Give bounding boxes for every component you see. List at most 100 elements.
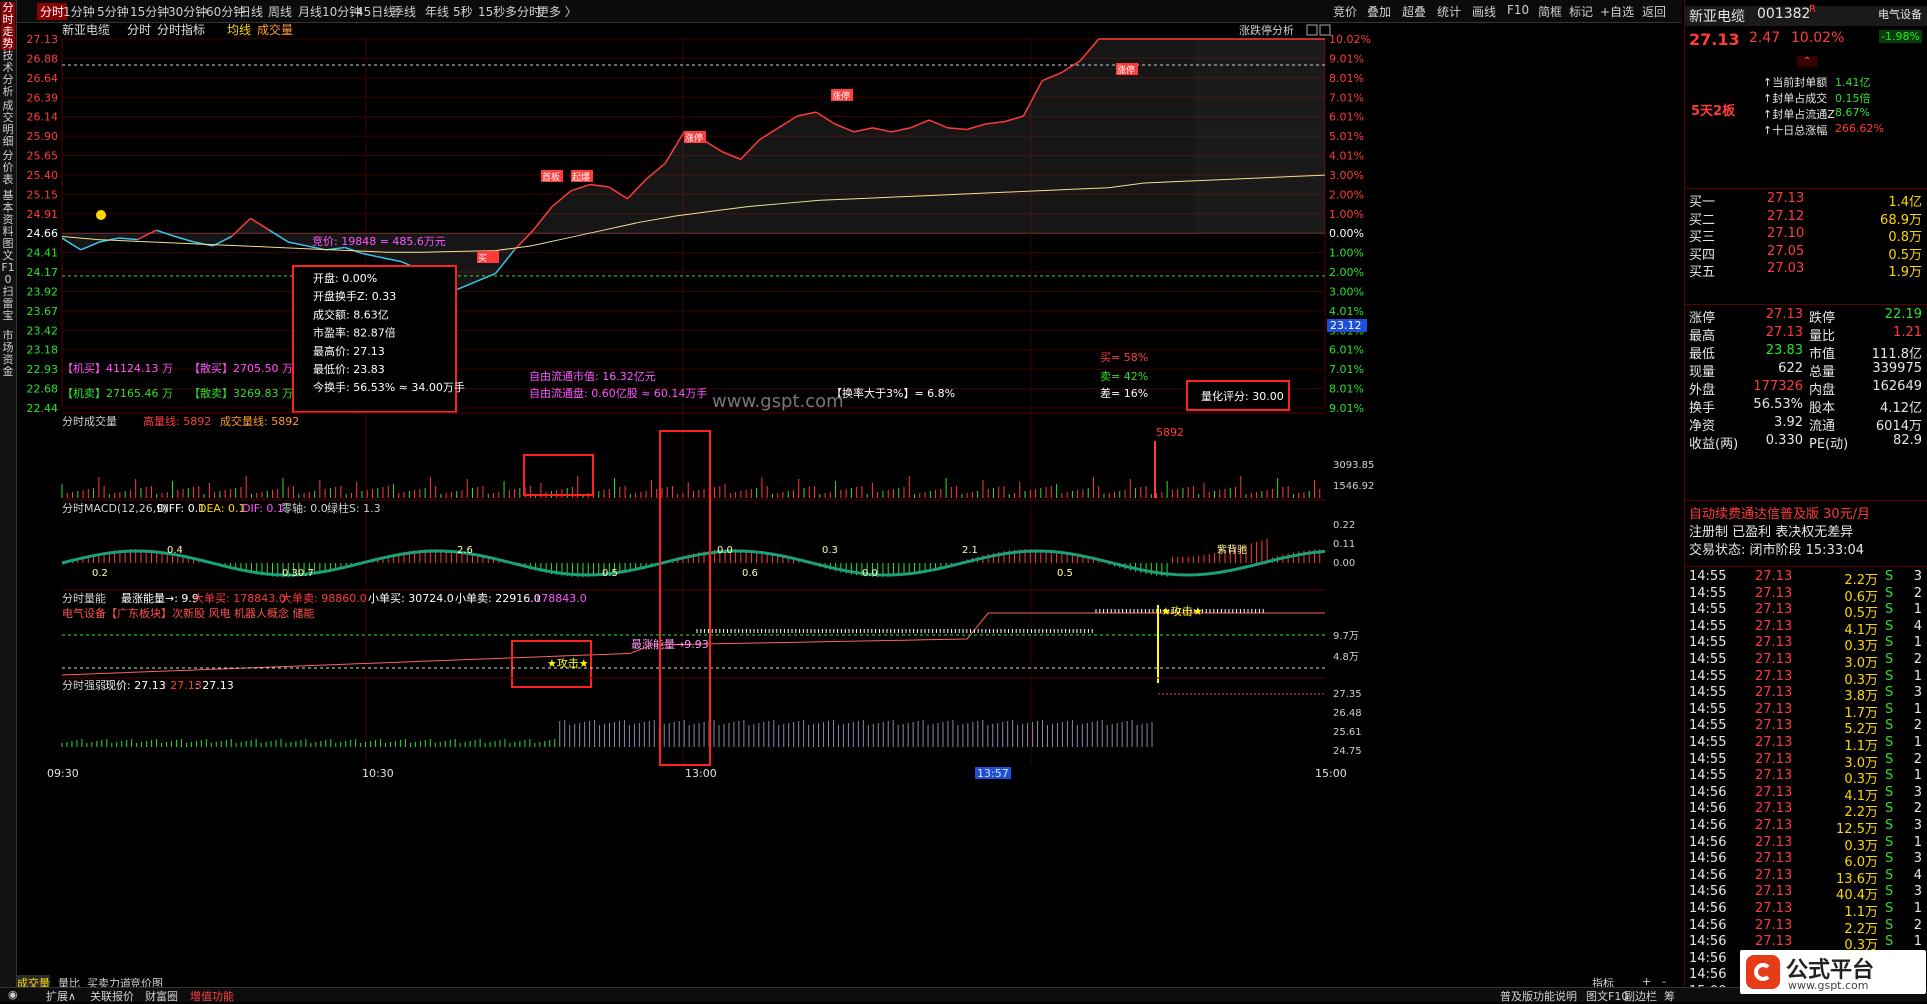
chart-header-item-1[interactable]: 分时指标 [157,23,205,37]
pct-axis-label: 1.00% [1329,208,1364,221]
period-tab-14[interactable]: 15秒 [478,3,505,20]
tick-time: 14:56 [1689,950,1727,966]
toolbar-action-0[interactable]: 竞价 [1333,3,1357,20]
stat-row: 换手 56.53% 股本 4.12亿 [1685,397,1927,416]
tick-price: 27.13 [1755,901,1793,916]
tick-price: 27.13 [1755,768,1793,784]
pct-axis-label: 9.01% [1329,402,1364,415]
left-tab-7[interactable]: 市场资金 [1,330,15,378]
stock-name: 新亚电缆 [1689,9,1745,25]
left-tab-0[interactable]: 分时走势 [1,2,15,50]
period-tab-3[interactable]: 15分钟 [130,3,169,20]
status-tab-1[interactable]: 关联报价 [90,988,134,1004]
period-tab-12[interactable]: 年线 [425,3,449,20]
bid-volume: 68.9万 [1880,212,1922,228]
signal-tag-text: 涨停 [685,132,703,144]
left-tab-1[interactable]: 技术分析 [1,50,15,98]
tick-time: 14:56 [1689,818,1727,833]
macd-label: 2.1 [962,545,978,556]
status-tab-2[interactable]: 财富圈 [145,988,178,1004]
tick-row: 14:55 27.13 0.3万 S 1 [1685,768,1927,787]
tick-side: S [1885,751,1894,767]
stat-value2: 4.12亿 [1880,401,1922,416]
toolbar-action-4[interactable]: 画线 [1472,3,1496,20]
chart-header-item-2[interactable]: 均线 [227,23,251,37]
left-tab-2[interactable]: 成交明细 [1,100,15,148]
time-axis-label: 13:00 [685,767,717,780]
toggle-switch[interactable]: ◉ [8,988,18,1001]
tick-row: 14:56 27.13 2.2万 S 2 [1685,801,1927,820]
bid-row[interactable]: 买二 27.12 68.9万 [1685,208,1927,228]
status-tab-3[interactable]: 增值功能 [190,988,234,1004]
period-tab-1[interactable]: 1分钟 [63,3,95,20]
tick-time: 14:55 [1689,768,1727,784]
period-tab-7[interactable]: 周线 [268,3,292,20]
period-tab-11[interactable]: 季线 [392,3,416,20]
toolbar-action-3[interactable]: 统计 [1437,3,1461,20]
period-tab-8[interactable]: 月线 [298,3,322,20]
stat-row: 外盘 177326 内盘 162649 [1685,379,1927,398]
logo-icon [1746,955,1780,989]
period-tab-16[interactable]: 更多 〉 [537,3,577,20]
stat-label: 涨停 [1689,311,1716,326]
intraday-chart[interactable]: 新亚电缆 分时 分时指标 均线 成交量 涨跌停分析 27.13 10.02% 26.88 9.01… [17,23,1682,975]
macd-param: 零轴: 0.0 [281,501,328,515]
left-tab-4[interactable]: 基本资料 [1,190,15,238]
period-tab-4[interactable]: 30分钟 [168,3,207,20]
limit-analysis-link[interactable]: 涨跌停分析 [1239,23,1294,37]
macd-param: DEA: 0.1 [198,502,245,515]
bid-volume: 1.9万 [1888,265,1922,280]
bid-row[interactable]: 买四 27.05 0.5万 [1685,244,1927,263]
left-tab-5[interactable]: 图文F10 [1,238,15,286]
tick-time: 14:56 [1689,784,1727,800]
chart-header-item-0[interactable]: 分时 [127,23,151,37]
macd-label: 0.5 [602,568,618,579]
tick-price: 27.13 [1755,884,1793,900]
bid-price: 27.12 [1767,208,1805,224]
bid-row[interactable]: 买一 27.13 1.4亿 [1685,191,1927,210]
left-tab-3[interactable]: 分价表 [1,150,15,186]
macd-label: 2.6 [457,545,473,556]
status-link-2[interactable]: 副边栏 [1624,988,1657,1004]
toolbar-action-6[interactable]: 简框 [1538,3,1562,20]
period-tab-10[interactable]: 45日线 [356,3,395,20]
toolbar-action-8[interactable]: +自选 [1600,3,1634,20]
left-tab-6[interactable]: 扫雷宝 [1,286,15,322]
toolbar-action-9[interactable]: 返回 [1642,3,1666,20]
toolbar-action-2[interactable]: 超叠 [1402,3,1426,20]
tick-price: 27.13 [1755,685,1793,701]
period-tab-6[interactable]: 日线 [239,3,263,20]
price-axis-label: 26.88 [27,52,59,65]
period-tab-13[interactable]: 5秒 [453,3,473,20]
tick-count: 2 [1913,801,1922,817]
tick-count: 1 [1913,768,1922,784]
period-tab-2[interactable]: 5分钟 [97,3,129,20]
inst-buy: 【机买】41124.13 万 [62,361,173,375]
price-axis-label: 23.67 [27,305,59,318]
tick-count: 3 [1913,685,1922,701]
toolbar-action-7[interactable]: 标记 [1569,3,1593,20]
collapse-icon[interactable]: ⌃ [1797,56,1818,67]
tick-count: 2 [1913,917,1922,933]
tick-row: 14:55 27.13 1.1万 S 1 [1685,735,1927,754]
period-tab-15[interactable]: 多分时 [505,3,541,20]
bid-row[interactable]: 买五 27.03 1.9万 [1685,261,1927,280]
tick-time: 14:56 [1689,901,1727,916]
status-link-1[interactable]: 图文F10 [1586,988,1628,1004]
bid-volume: 0.5万 [1888,247,1922,263]
pct-axis-label: 3.00% [1329,285,1364,298]
status-link-0[interactable]: 普及版功能说明 [1500,988,1577,1004]
chart-header-item-3[interactable]: 成交量 [257,23,293,37]
toolbar-action-5[interactable]: F10 [1507,3,1529,17]
status-tab-0[interactable]: 扩展∧ [46,988,76,1004]
tick-count: 4 [1913,618,1922,634]
industry-label[interactable]: 电气设备 [1878,6,1922,22]
note-row[interactable]: 自动续费通达信普及版 30元/月 [1689,503,1927,522]
toolbar-action-1[interactable]: 叠加 [1367,3,1391,20]
seal-label: ↑封单占成交 [1763,92,1828,105]
tick-list[interactable]: 14:55 27.13 2.2万 S 3 14:55 27.13 0.6万 S 2 14:55 27.… [1685,566,1927,999]
bid-row[interactable]: 买三 27.10 0.8万 [1685,226,1927,245]
status-link-3[interactable]: 筹 [1664,988,1675,1004]
settings-icon[interactable] [1306,24,1318,36]
seal-value: 266.62% [1835,122,1884,135]
